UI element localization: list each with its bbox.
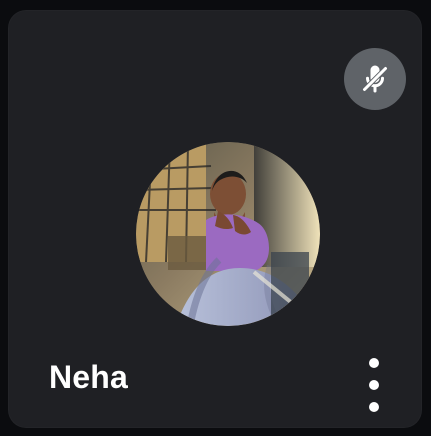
participant-tile: Neha (8, 10, 422, 428)
participant-avatar (136, 142, 320, 326)
mic-muted-indicator (344, 48, 406, 110)
more-vertical-icon-dot (369, 380, 379, 390)
participant-name: Neha (49, 359, 129, 395)
more-vertical-icon-dot (369, 402, 379, 412)
more-vertical-icon-dot (369, 358, 379, 368)
more-options-button[interactable] (360, 358, 388, 412)
mic-off-icon (362, 65, 388, 93)
